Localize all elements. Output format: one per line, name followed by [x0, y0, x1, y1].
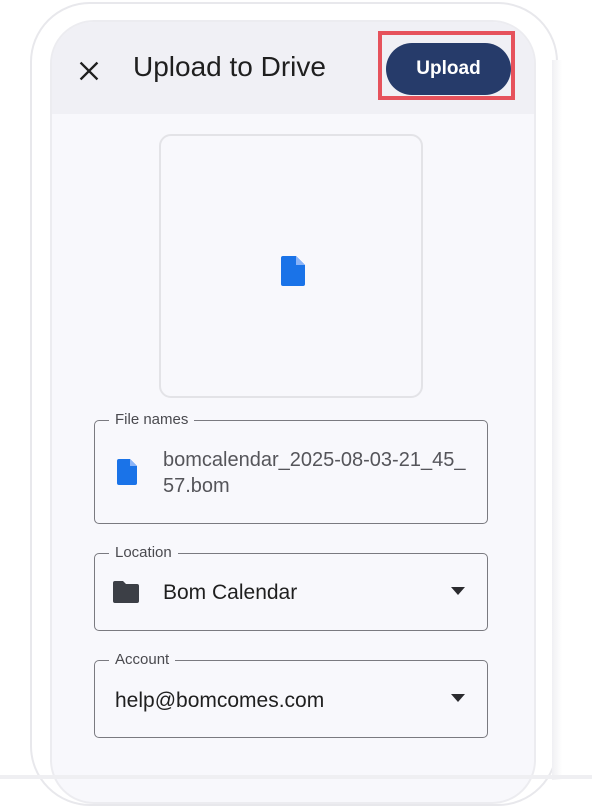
chevron-down-icon — [451, 694, 465, 702]
folder-icon — [113, 581, 139, 603]
device-shadow — [552, 60, 562, 780]
location-label: Location — [109, 543, 178, 563]
close-icon — [79, 61, 99, 81]
file-names-field[interactable]: File names bomcalendar_2025-08-03-21_45_… — [94, 410, 488, 524]
file-preview — [159, 134, 423, 398]
account-label: Account — [109, 650, 176, 670]
page-title: Upload to Drive — [133, 51, 326, 82]
chevron-down-icon — [451, 587, 465, 595]
file-icon — [281, 256, 305, 286]
file-name-value[interactable]: bomcalendar_2025-08-03-21_45_57.bom — [163, 447, 473, 499]
account-value: help@bomcomes.com — [115, 689, 325, 712]
account-dropdown[interactable]: Account help@bomcomes.com — [94, 650, 488, 738]
close-button[interactable] — [76, 58, 102, 84]
upload-button[interactable]: Upload — [386, 43, 511, 95]
upload-dialog: Upload to Drive Upload File names bomcal… — [50, 20, 536, 804]
file-names-label: File names — [109, 410, 195, 430]
bottom-divider — [0, 775, 592, 779]
location-dropdown[interactable]: Location Bom Calendar — [94, 543, 488, 631]
file-icon — [117, 459, 137, 485]
location-value: Bom Calendar — [163, 581, 298, 604]
top-app-bar: Upload to Drive Upload — [52, 22, 534, 114]
